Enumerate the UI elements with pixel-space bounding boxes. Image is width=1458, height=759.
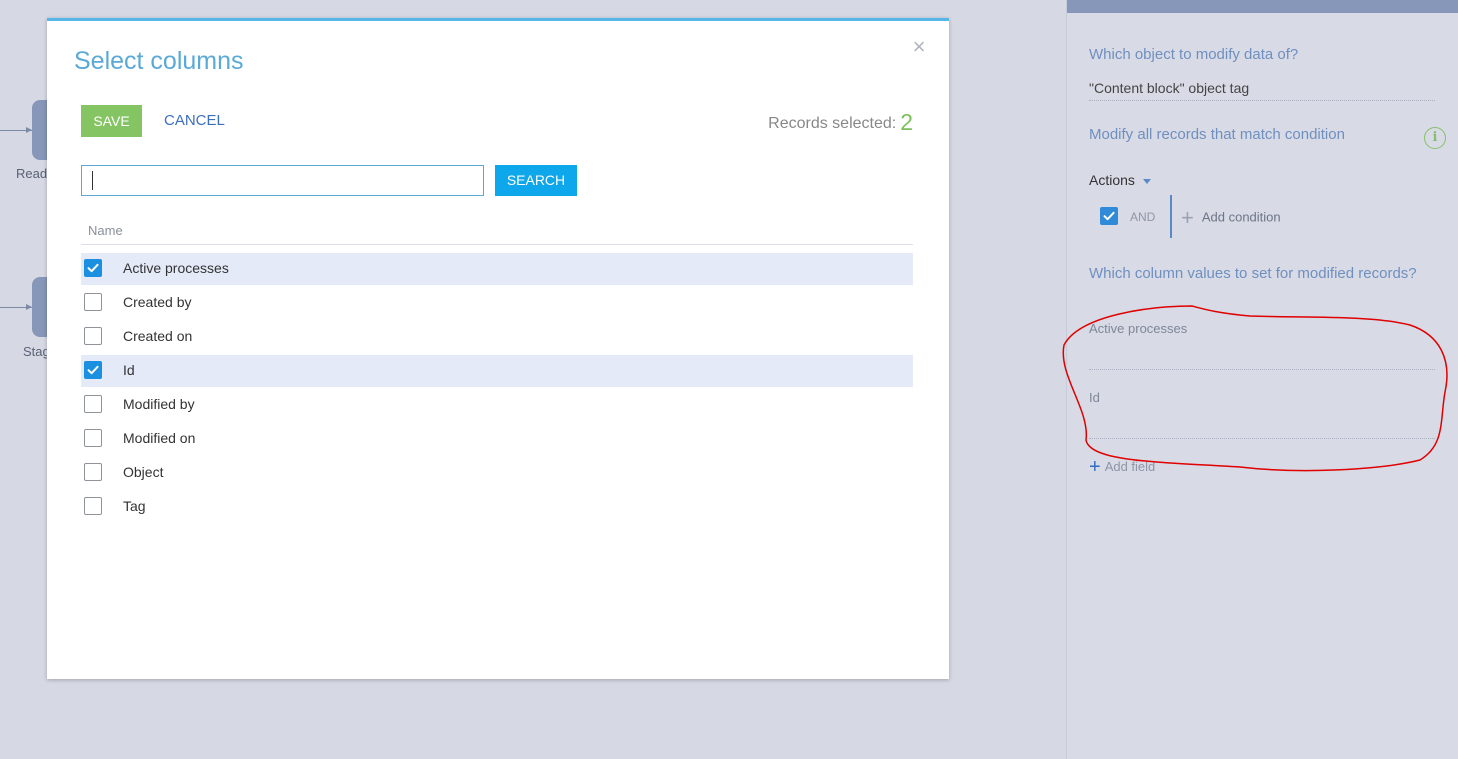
caret-down-icon [1142,178,1151,184]
plus-icon: + [1181,205,1194,230]
connector-arrow [0,304,32,310]
condition-heading: Modify all records that match condition [1089,126,1345,143]
column-label: Created on [123,328,193,345]
add-condition-button[interactable]: + Add condition [1181,205,1281,231]
list-item[interactable]: Created on [81,320,913,354]
field-label-id: Id [1089,390,1100,405]
search-button[interactable]: SEARCH [495,165,577,196]
dialog-title: Select columns [74,47,244,75]
column-label: Active processes [123,260,229,276]
add-field-label: Add field [1104,458,1156,474]
add-condition-label: Add condition [1201,209,1281,225]
column-checkbox[interactable] [84,395,102,414]
plus-icon: + [1089,456,1101,478]
cancel-button[interactable]: CANCEL [164,105,225,137]
process-node-label: Stag [23,344,50,359]
save-button[interactable]: SAVE [81,105,142,137]
header-divider [81,244,913,245]
list-item[interactable]: Active processes [81,253,913,285]
info-icon[interactable]: i [1424,127,1446,149]
element-settings-panel: Which object to modify data of? "Content… [1066,0,1458,759]
column-label: Tag [123,498,146,515]
column-checkbox[interactable] [84,259,102,277]
list-item[interactable]: Object [81,456,913,490]
panel-header-bar [1067,0,1458,13]
column-label: Created by [123,294,192,310]
checkmark-icon [87,263,99,273]
close-icon[interactable]: × [911,36,927,58]
field-input-active-processes[interactable] [1089,350,1435,370]
actions-label: Actions [1089,172,1135,188]
column-list: Active processes Created by Created on I… [81,252,913,525]
and-operator[interactable]: AND [1130,210,1155,224]
column-checkbox[interactable] [84,463,102,482]
list-item[interactable]: Created by [81,286,913,320]
actions-menu[interactable]: Actions [1089,172,1151,188]
records-selected-count: 2 [900,109,913,135]
select-columns-dialog: Select columns × SAVE CANCEL Records sel… [47,18,949,679]
list-item[interactable]: Tag [81,490,913,524]
condition-group-checkbox[interactable] [1100,207,1118,225]
records-selected-label: Records selected: [768,115,897,132]
add-field-button[interactable]: + Add field [1089,456,1155,479]
column-checkbox[interactable] [84,497,102,516]
column-checkbox[interactable] [84,361,102,380]
column-label: Modified on [123,430,196,447]
connector-arrow [0,127,32,133]
object-value-field[interactable]: "Content block" object tag [1089,80,1435,101]
list-item[interactable]: Id [81,355,913,388]
column-label: Object [123,464,164,481]
column-header-name[interactable]: Name [88,223,123,238]
process-node-label: Read [16,166,48,181]
column-label: Id [123,362,135,379]
field-label-active-processes: Active processes [1089,321,1188,336]
column-checkbox[interactable] [84,327,102,346]
column-label: Modified by [123,396,195,413]
columns-question: Which column values to set for modified … [1089,265,1417,282]
column-checkbox[interactable] [84,293,102,311]
field-input-id[interactable] [1089,419,1435,439]
checkmark-icon [87,365,99,375]
records-selected-indicator: Records selected: 2 [768,109,913,136]
object-question: Which object to modify data of? [1089,46,1299,63]
list-item[interactable]: Modified by [81,388,913,422]
text-cursor [92,171,93,190]
condition-group-line [1170,195,1172,238]
column-checkbox[interactable] [84,429,102,448]
checkmark-icon [1103,211,1115,221]
search-input[interactable] [81,165,484,196]
list-item[interactable]: Modified on [81,422,913,456]
